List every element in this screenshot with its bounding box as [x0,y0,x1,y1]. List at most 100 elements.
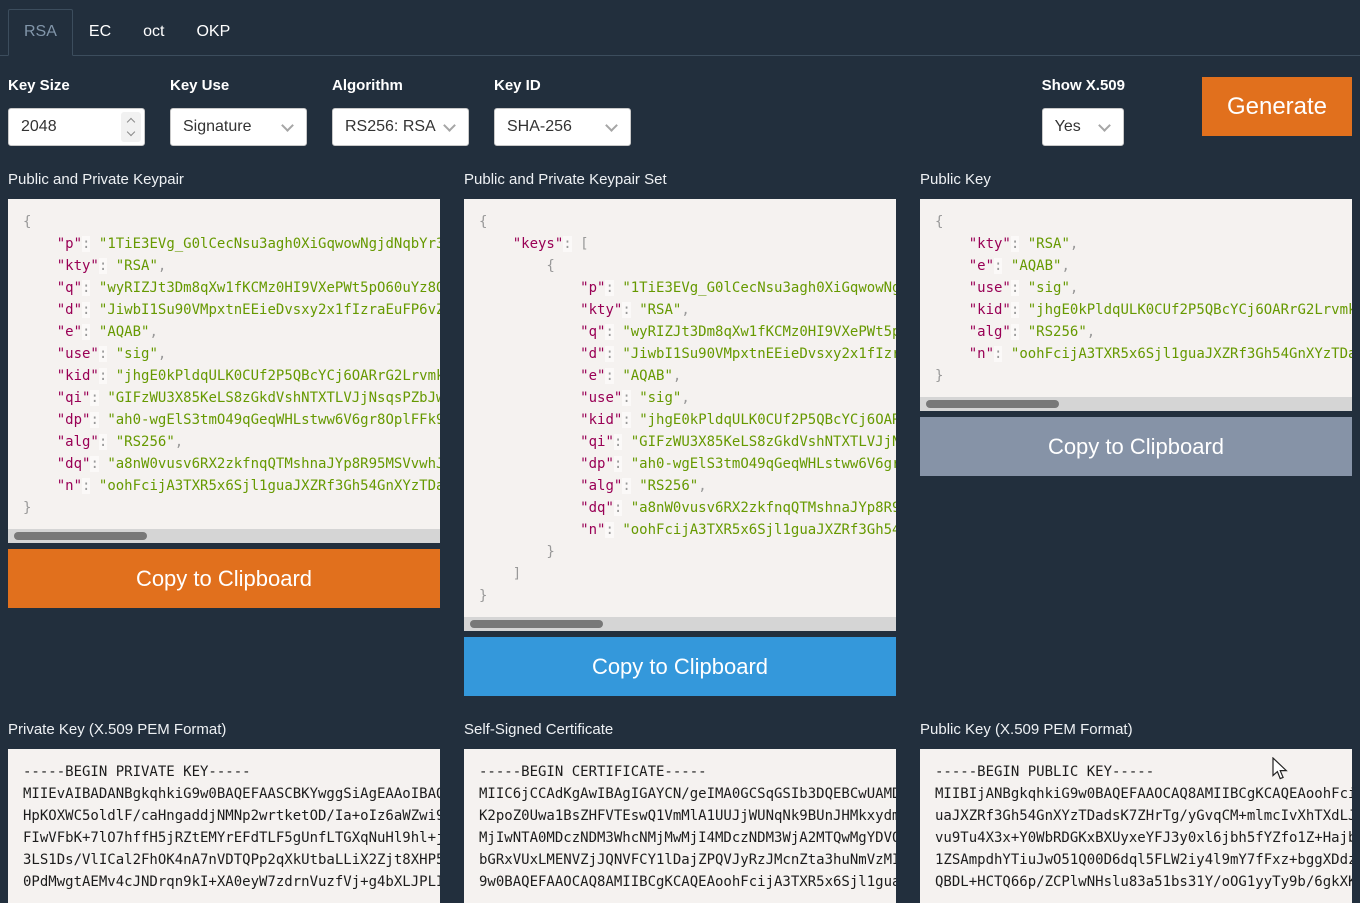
code-line: QBDL+HCTQ66p/ZCPlwNHslu83a51bs31Y/oOG1yy… [935,871,1337,893]
code-line: } [479,541,881,563]
code-line: { [23,211,425,233]
code-line: "e": "AQAB", [935,255,1337,277]
code-line: "q": "wyRIZJt3Dm8qXw1fKCMz0HI9VXePWt5pO6… [23,277,425,299]
show-x509-select[interactable]: Yes [1042,108,1124,146]
panel-title: Public Key [920,170,1352,190]
panel-title: Self-Signed Certificate [464,720,896,740]
code-line: "kid": "jhgE0kPldqULK0CUf2P5QBcYCj6OARrG… [935,299,1337,321]
code-line: "use": "sig", [23,343,425,365]
code-line: FIwVFbK+7lO7hffH5jRZtEMYrEFdTLF5gUnfLTGX… [23,827,425,849]
show-x509-label: Show X.509 [1042,77,1125,95]
key-size-input[interactable]: 2048 [8,108,145,146]
code-line: "kid": "jhgE0kPldqULK0CUf2P5QBcYCj6OAR" [479,409,881,431]
code-line: "n": "oohFcijA3TXR5x6Sjl1guaJXZRf3Gh54Gn… [935,343,1337,365]
panel-public-key: Public Key { "kty": "RSA", "e": "AQAB", … [920,170,1352,476]
code-line: "n": "oohFcijA3TXR5x6Sjl1guaJXZRf3Gh54" [479,519,881,541]
pem-code: -----BEGIN PUBLIC KEY-----MIIBIjANBgkqhk… [920,749,1352,903]
key-id-field: Key ID SHA-256 [494,77,631,146]
scrollbar-thumb[interactable] [926,400,1059,408]
json-code: { "p": "1TiE3EVg_G0lCecNsu3agh0XiGqwowNg… [8,199,440,529]
code-line: "alg": "RS256", [23,431,425,453]
horizontal-scrollbar[interactable] [8,529,440,543]
panel-self-signed-certificate: Self-Signed Certificate -----BEGIN CERTI… [464,720,896,903]
code-line: HpKOXWC5oldlF/caHngaddjNMNp2wrtketOD/Ia+… [23,805,425,827]
code-line: "use": "sig", [935,277,1337,299]
panel-title: Public and Private Keypair Set [464,170,896,190]
code-line: "dq": "a8nW0vusv6RX2zkfnqQTMshnaJYp8R95M… [23,453,425,475]
generate-button[interactable]: Generate [1202,77,1352,136]
code-line: vu9Tu4X3x+Y0WbRDGKxBXUyxeYFJ3y0xl6jbh5fY… [935,827,1337,849]
code-block: { "p": "1TiE3EVg_G0lCecNsu3agh0XiGqwowNg… [8,199,440,543]
horizontal-scrollbar[interactable] [464,617,896,631]
code-line: "d": "JiwbI1Su90VMpxtnEEieDvsxy2x1fIzraE… [23,299,425,321]
code-line: } [23,497,425,519]
pem-code: -----BEGIN PRIVATE KEY-----MIIEvAIBADANB… [8,749,440,903]
scrollbar-thumb[interactable] [470,620,603,628]
chevron-down-icon [605,119,618,132]
code-line: "dq": "a8nW0vusv6RX2zkfnqQTMshnaJYp8R9" [479,497,881,519]
chevron-down-icon [443,119,456,132]
stepper-down-icon[interactable] [127,128,135,136]
code-line: "alg": "RS256", [479,475,881,497]
tab-oct[interactable]: oct [127,9,180,56]
horizontal-scrollbar[interactable] [920,397,1352,411]
code-block: { "keys": [ { "p": "1TiE3EVg_G0lCecNsu3a… [464,199,896,631]
algorithm-field: Algorithm RS256: RSA [332,77,469,146]
code-line: "q": "wyRIZJt3Dm8qXw1fKCMz0HI9VXePWt5p" [479,321,881,343]
code-line: "kty": "RSA", [23,255,425,277]
code-line: 9w0BAQEFAAOCAQ8AMIIBCgKCAQEAoohFcijA3TXR… [479,871,881,893]
key-use-value: Signature [183,118,279,136]
code-line: 0PdMwgtAEMv4cJNDrqn9kI+XA0eyW7zdrnVuzfVj… [23,871,425,893]
code-block: { "kty": "RSA", "e": "AQAB", "use": "sig… [920,199,1352,411]
key-use-select[interactable]: Signature [170,108,307,146]
code-line: -----BEGIN CERTIFICATE----- [479,761,881,783]
json-code: { "keys": [ { "p": "1TiE3EVg_G0lCecNsu3a… [464,199,896,617]
code-line: "qi": "GIFzWU3X85KeLS8zGkdVshNTXTLVJjNsq… [23,387,425,409]
algorithm-label: Algorithm [332,77,469,95]
code-line: "keys": [ [479,233,881,255]
code-line: K2poZ0Uwa1BsZHFVTEswQ1VmMlA1UUJjWUNqNk9B… [479,805,881,827]
panel-public-key-pem: Public Key (X.509 PEM Format) -----BEGIN… [920,720,1352,903]
mkjwk-key-generator-page: { "tabs": [ { "label": "RSA", "active": … [0,0,1360,881]
tab-ec[interactable]: EC [73,9,127,56]
algorithm-select[interactable]: RS256: RSA [332,108,469,146]
key-size-value: 2048 [21,118,117,136]
key-size-field: Key Size 2048 [8,77,145,146]
code-line: "p": "1TiE3EVg_G0lCecNsu3agh0XiGqwowNg" [479,277,881,299]
generator-controls: Key Size 2048 Key Use Signature Algorith… [0,56,1360,146]
code-line: } [479,585,881,607]
chevron-down-icon [1098,119,1111,132]
tab-okp[interactable]: OKP [180,9,246,56]
code-line: "e": "AQAB", [23,321,425,343]
code-line: "p": "1TiE3EVg_G0lCecNsu3agh0XiGqwowNgjd… [23,233,425,255]
chevron-down-icon [281,119,294,132]
code-line: bGRxVUxLMENVZjJQNVFCY1lDajZPQVJyRzJMcnZt… [479,849,881,871]
code-line: "dp": "ah0-wgElS3tmO49qGeqWHLstww6V6gr" [479,453,881,475]
panel-public-private-keypair: Public and Private Keypair { "p": "1TiE3… [8,170,440,608]
key-id-label: Key ID [494,77,631,95]
code-line: 3LS1Ds/VlICal2FhOK4nA7nVDTQPp2qXkUtbaLLi… [23,849,425,871]
code-line: } [935,365,1337,387]
copy-to-clipboard-button[interactable]: Copy to Clipboard [8,549,440,608]
code-line: { [935,211,1337,233]
code-line: MIIC6jCCAdKgAwIBAgIGAYCN/geIMA0GCSqGSIb3… [479,783,881,805]
code-line: { [479,255,881,277]
panel-title: Public and Private Keypair [8,170,440,190]
tab-rsa[interactable]: RSA [8,9,73,56]
results-grid: Public and Private Keypair { "p": "1TiE3… [0,146,1360,903]
code-line: uaJXZRf3Gh54GnXYzTDadsK7ZHrTg/yGvqCM+mlm… [935,805,1337,827]
show-x509-field: Show X.509 Yes [1042,77,1125,146]
copy-to-clipboard-button[interactable]: Copy to Clipboard [464,637,896,696]
number-stepper[interactable] [121,112,141,142]
code-line: MIIEvAIBADANBgkqhkiG9w0BAQEFAASCBKYwggSi… [23,783,425,805]
code-line: "kty": "RSA", [935,233,1337,255]
pem-code: -----BEGIN CERTIFICATE-----MIIC6jCCAdKgA… [464,749,896,903]
scrollbar-thumb[interactable] [14,532,147,540]
show-x509-value: Yes [1055,118,1096,136]
code-line: "dp": "ah0-wgElS3tmO49qGeqWHLstww6V6gr8O… [23,409,425,431]
key-id-select[interactable]: SHA-256 [494,108,631,146]
stepper-up-icon[interactable] [127,118,135,126]
code-line: MjIwNTA0MDczNDM3WhcNMjMwMjI4MDczNDM3WjA2… [479,827,881,849]
code-line: { [479,211,881,233]
copy-to-clipboard-button[interactable]: Copy to Clipboard [920,417,1352,476]
